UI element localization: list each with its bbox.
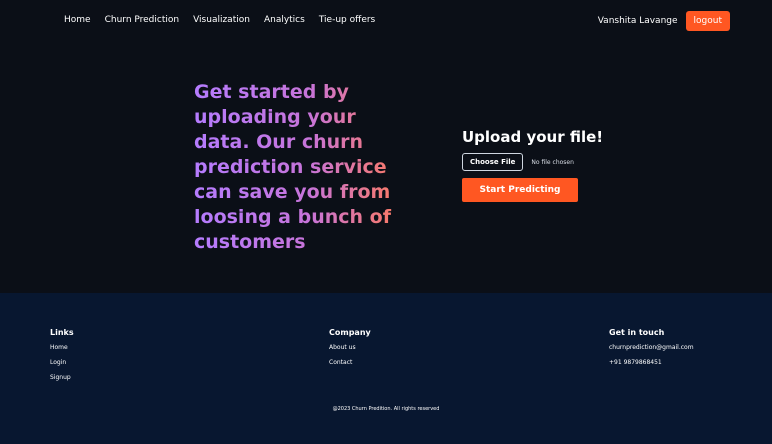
footer-company-heading: Company xyxy=(329,328,371,337)
start-predicting-button[interactable]: Start Predicting xyxy=(462,178,578,202)
copyright: @2023 Churn Predition. All rights reserv… xyxy=(332,406,440,412)
nav-visualization[interactable]: Visualization xyxy=(193,15,250,25)
footer-links: Links Home Login Signup xyxy=(50,328,74,389)
user-area: Vanshita Lavange logout xyxy=(598,11,730,31)
footer-link-contact[interactable]: Contact xyxy=(329,359,371,366)
footer-contact: Get in touch churnprediction@gmail.com +… xyxy=(609,328,694,374)
nav-analytics[interactable]: Analytics xyxy=(264,15,305,25)
file-status: No file chosen xyxy=(531,158,574,166)
nav-churn-prediction[interactable]: Churn Prediction xyxy=(105,15,180,25)
contact-email: churnprediction@gmail.com xyxy=(609,344,694,351)
upload-panel: Upload your file! Choose File No file ch… xyxy=(462,128,612,202)
upload-title: Upload your file! xyxy=(462,128,604,146)
file-input: Choose File No file chosen xyxy=(462,153,612,171)
choose-file-button[interactable]: Choose File xyxy=(462,153,524,171)
user-name: Vanshita Lavange xyxy=(597,16,678,26)
hero-text: Get started by uploading your data. Our … xyxy=(194,80,404,255)
top-nav: Home Churn Prediction Visualization Anal… xyxy=(64,15,375,25)
nav-tie-up-offers[interactable]: Tie-up offers xyxy=(319,15,375,25)
contact-phone: +91 9879868451 xyxy=(609,359,662,366)
footer-company: Company About us Contact xyxy=(329,328,371,374)
footer-link-signup[interactable]: Signup xyxy=(50,374,74,381)
footer-link-home[interactable]: Home xyxy=(50,344,74,351)
footer: Links Home Login Signup Company About us… xyxy=(0,293,772,444)
footer-link-about[interactable]: About us xyxy=(329,344,371,351)
footer-contact-heading: Get in touch xyxy=(609,328,665,337)
logout-button[interactable]: logout xyxy=(685,11,730,31)
footer-link-login[interactable]: Login xyxy=(50,359,74,366)
nav-home[interactable]: Home xyxy=(64,15,91,25)
main-section: Home Churn Prediction Visualization Anal… xyxy=(0,0,772,293)
footer-links-heading: Links xyxy=(50,328,74,337)
